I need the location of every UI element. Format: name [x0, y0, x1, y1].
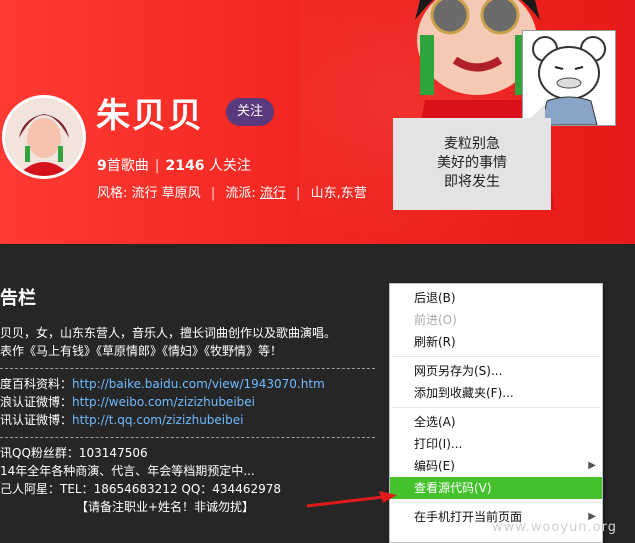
bulletin-board: 贝贝，女，山东东营人，音乐人，擅长词曲创作以及歌曲演唱。 表作《马上有钱》《草原… — [0, 324, 375, 516]
menu-view-source[interactable]: 查看源代码(V) — [390, 477, 602, 499]
follow-button[interactable]: 关注 — [226, 98, 274, 126]
baike-label: 度百科资料： — [0, 377, 73, 391]
menu-forward[interactable]: 前进(O) — [390, 309, 602, 331]
menu-separator — [392, 407, 600, 408]
board-divider — [0, 368, 375, 369]
weibo-label: 浪认证微博： — [0, 395, 73, 409]
weibo-link[interactable]: http://weibo.com/zizizhubeibei — [72, 395, 255, 409]
tqq-link[interactable]: http://t.qq.com/zizizhubeibei — [72, 413, 243, 427]
menu-select-all[interactable]: 全选(A) — [390, 411, 602, 433]
style-label: 风格: — [97, 186, 128, 201]
board-title: 告栏 — [0, 288, 36, 309]
stats-divider: | — [154, 158, 160, 174]
artist-stats: 9首歌曲 | 2146 人关注 — [97, 155, 251, 175]
menu-separator — [392, 502, 600, 503]
qq-group: 讯QQ粉丝群：103147506 — [0, 446, 148, 460]
menu-separator — [392, 356, 600, 357]
menu-print[interactable]: 打印(I)... — [390, 433, 602, 455]
artist-name: 朱贝贝 — [96, 96, 204, 136]
watermark: www.wooyun.org — [492, 520, 618, 535]
booking-info: 14年全年各种商演、代言、年会等档期预定中... — [0, 464, 255, 478]
baike-link[interactable]: http://baike.baidu.com/view/1943070.htm — [72, 377, 325, 391]
follower-suffix: 人关注 — [208, 158, 251, 174]
board-divider — [0, 437, 375, 438]
meme-caption: 麦粒别急 美好的事情 即将发生 — [393, 104, 551, 210]
meme-caption-line: 美好的事情 — [437, 155, 507, 171]
menu-encoding[interactable]: 编码(E) ▶ — [390, 455, 602, 477]
follower-count: 2146 — [165, 158, 205, 174]
weibo-row: 浪认证微博：http://weibo.com/zizizhubeibei — [0, 393, 375, 411]
style-values[interactable]: 流行 草原风 — [132, 186, 201, 201]
song-count: 9 — [97, 158, 107, 174]
artist-tags: 风格: 流行 草原风 | 流派: 流行 | 山东,东营 — [97, 182, 367, 201]
meme-caption-line: 麦粒别急 — [444, 136, 500, 152]
genre-link[interactable]: 流行 — [260, 186, 286, 201]
bio-line: 贝贝，女，山东东营人，音乐人，擅长词曲创作以及歌曲演唱。 — [0, 326, 337, 340]
tqq-row: 讯认证微博：http://t.qq.com/zizizhubeibei — [0, 411, 375, 429]
bio-line: 表作《马上有钱》《草原情郎》《情妇》《牧野情》等！ — [0, 344, 283, 358]
context-menu: 后退(B) 前进(O) 刷新(R) 网页另存为(S)... 添加到收藏夹(F).… — [389, 283, 603, 543]
submenu-arrow-icon: ▶ — [588, 460, 596, 471]
menu-refresh[interactable]: 刷新(R) — [390, 331, 602, 353]
genre-label: 流派: — [225, 186, 256, 201]
avatar-image — [5, 98, 83, 176]
baike-row: 度百科资料：http://baike.baidu.com/view/194307… — [0, 375, 375, 393]
menu-save-as[interactable]: 网页另存为(S)... — [390, 360, 602, 382]
menu-back[interactable]: 后退(B) — [390, 287, 602, 309]
meme-caption-line: 即将发生 — [444, 174, 500, 190]
artist-avatar[interactable] — [2, 95, 86, 179]
menu-add-favorite[interactable]: 添加到收藏夹(F)... — [390, 382, 602, 404]
tags-divider-2: | — [296, 186, 301, 201]
menu-encoding-label: 编码(E) — [414, 459, 455, 473]
location: 山东,东营 — [310, 186, 367, 201]
red-arrow-icon — [306, 491, 397, 508]
song-count-suffix: 首歌曲 — [106, 158, 149, 174]
tags-divider: | — [210, 186, 216, 201]
tqq-label: 讯认证微博： — [0, 413, 73, 427]
